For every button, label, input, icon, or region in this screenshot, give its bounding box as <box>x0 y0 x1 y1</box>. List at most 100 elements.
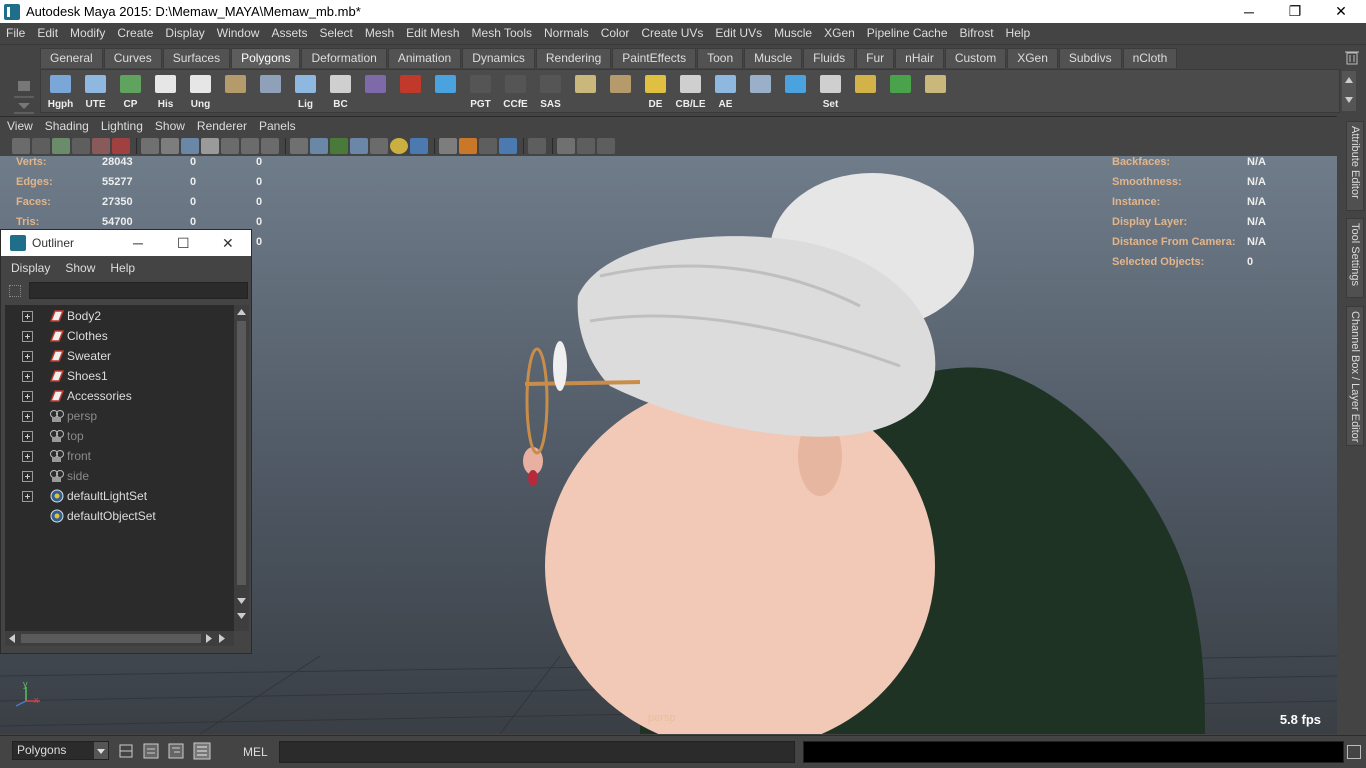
menu-edit-mesh[interactable]: Edit Mesh <box>400 23 465 44</box>
shelf-tab-surfaces[interactable]: Surfaces <box>162 48 231 68</box>
shelf-tab-animation[interactable]: Animation <box>387 48 462 68</box>
image-plane-icon[interactable] <box>72 137 90 154</box>
shelf-button-ute[interactable]: UTE <box>78 71 113 111</box>
shelf-button-his[interactable]: His <box>148 71 183 111</box>
menu-mesh[interactable]: Mesh <box>359 23 400 44</box>
outliner-menu-help[interactable]: Help <box>100 260 140 276</box>
menu-pipeline-cache[interactable]: Pipeline Cache <box>861 23 954 44</box>
panel-menu-show[interactable]: Show <box>148 117 190 136</box>
maximize-button[interactable]: ❐ <box>1272 0 1318 23</box>
mel-label[interactable]: MEL <box>243 745 268 759</box>
outliner-close-button[interactable]: ✕ <box>222 235 234 252</box>
shelf-tab-rendering[interactable]: Rendering <box>535 48 612 68</box>
menu-create[interactable]: Create <box>111 23 159 44</box>
panel-menu-shading[interactable]: Shading <box>38 117 94 136</box>
outliner-item-shoes1[interactable]: Shoes1 <box>5 366 234 386</box>
outliner-item-accessories[interactable]: Accessories <box>5 386 234 406</box>
outliner-toggle-icon[interactable] <box>166 741 186 761</box>
minimize-button[interactable]: ─ <box>1226 0 1272 23</box>
shelf-button-cb-le[interactable]: CB/LE <box>673 71 708 111</box>
menu-bifrost[interactable]: Bifrost <box>954 23 1000 44</box>
shelf-tab-general[interactable]: General <box>40 48 103 68</box>
outliner-item-front[interactable]: front <box>5 446 234 466</box>
expand-icon[interactable] <box>22 350 33 362</box>
shelf-button-manipulator-9[interactable] <box>358 71 393 111</box>
shadows-icon[interactable] <box>410 137 428 154</box>
shelf-button-freeze-5[interactable] <box>218 71 253 111</box>
anti-aliasing-icon[interactable] <box>479 137 497 154</box>
wireframe-icon[interactable] <box>141 137 159 154</box>
bookmark-icon[interactable] <box>52 137 70 154</box>
menu-muscle[interactable]: Muscle <box>768 23 818 44</box>
frame-selected-icon[interactable] <box>577 137 595 154</box>
menu-modify[interactable]: Modify <box>64 23 111 44</box>
xray-icon[interactable] <box>221 137 239 154</box>
use-lights-icon[interactable] <box>390 137 408 154</box>
depth-of-field-icon[interactable] <box>499 137 517 154</box>
shelf-button-globe-cursor-6[interactable] <box>253 71 288 111</box>
outliner-item-side[interactable]: side <box>5 466 234 486</box>
shelf-tab-xgen[interactable]: XGen <box>1007 48 1058 68</box>
menu-edit[interactable]: Edit <box>31 23 64 44</box>
menu-assets[interactable]: Assets <box>265 23 313 44</box>
cube-icon[interactable] <box>290 137 308 154</box>
ambient-occlusion-icon[interactable] <box>439 137 457 154</box>
shelf-button-spotlight-20[interactable] <box>743 71 778 111</box>
panel-menu-view[interactable]: View <box>0 117 38 136</box>
shelf-tab-nhair[interactable]: nHair <box>895 48 944 68</box>
script-window-icon[interactable] <box>141 741 161 761</box>
text-icon[interactable] <box>261 137 279 154</box>
menu-xgen[interactable]: XGen <box>818 23 861 44</box>
expand-icon[interactable] <box>22 330 33 342</box>
outliner-title-bar[interactable]: Outliner ─ ☐ ✕ <box>1 230 251 256</box>
shelf-tab-fluids[interactable]: Fluids <box>803 48 856 68</box>
shelf-button-layer-plane-25[interactable] <box>918 71 953 111</box>
outliner-search-input[interactable] <box>29 282 248 299</box>
shelf-button-camera-10[interactable] <box>393 71 428 111</box>
shelf-button-sas[interactable]: SAS <box>533 71 568 111</box>
toggle-layout-icon[interactable] <box>116 741 136 761</box>
outliner-filter-icon[interactable] <box>9 285 21 297</box>
menu-create-uvs[interactable]: Create UVs <box>635 23 709 44</box>
menu-color[interactable]: Color <box>595 23 636 44</box>
shelf-button-uv-plane-16[interactable] <box>603 71 638 111</box>
shaded-cube-icon[interactable] <box>310 137 328 154</box>
shelf-tab-dynamics[interactable]: Dynamics <box>462 48 535 68</box>
shelf-button-set[interactable]: Set <box>813 71 848 111</box>
default-material-icon[interactable] <box>181 137 199 154</box>
script-editor-icon[interactable] <box>1347 745 1361 759</box>
shelf-tab-polygons[interactable]: Polygons <box>231 48 301 68</box>
shelf-tab-subdivs[interactable]: Subdivs <box>1058 48 1122 68</box>
smooth-shade-icon[interactable] <box>161 137 179 154</box>
shelf-scroll-arrows[interactable] <box>1342 71 1356 111</box>
outliner-menu-display[interactable]: Display <box>1 260 55 276</box>
shelf-tab-fur[interactable]: Fur <box>856 48 895 68</box>
outliner-horizontal-scrollbar[interactable] <box>5 631 234 646</box>
panel-menu-renderer[interactable]: Renderer <box>190 117 252 136</box>
outliner-minimize-button[interactable]: ─ <box>133 235 143 251</box>
frame-all-icon[interactable] <box>557 137 575 154</box>
outliner-item-body2[interactable]: Body2 <box>5 306 234 326</box>
shelf-button-ccfe[interactable]: CCfE <box>498 71 533 111</box>
menu-mesh-tools[interactable]: Mesh Tools <box>466 23 538 44</box>
shelf-tab-custom[interactable]: Custom <box>944 48 1007 68</box>
menu-help[interactable]: Help <box>1000 23 1037 44</box>
shelf-button-target-23[interactable] <box>848 71 883 111</box>
menu-select[interactable]: Select <box>313 23 358 44</box>
close-button[interactable]: ✕ <box>1318 0 1364 23</box>
expand-icon[interactable] <box>22 470 33 482</box>
grid-toggle-icon[interactable] <box>92 137 110 154</box>
motion-blur-icon[interactable] <box>459 137 477 154</box>
menu-display[interactable]: Display <box>159 23 210 44</box>
textured-icon[interactable] <box>201 137 219 154</box>
shelf-tab-painteffects[interactable]: PaintEffects <box>612 48 697 68</box>
gate-mask-icon[interactable] <box>597 137 615 154</box>
expand-icon[interactable] <box>22 310 33 322</box>
shelf-button-curve-11[interactable] <box>428 71 463 111</box>
shelf-button-hgph[interactable]: Hgph <box>43 71 78 111</box>
expand-icon[interactable] <box>22 450 33 462</box>
isolate-icon[interactable] <box>528 137 546 154</box>
expand-icon[interactable] <box>22 430 33 442</box>
expand-icon[interactable] <box>22 390 33 402</box>
channel-box-icon[interactable] <box>192 741 212 761</box>
